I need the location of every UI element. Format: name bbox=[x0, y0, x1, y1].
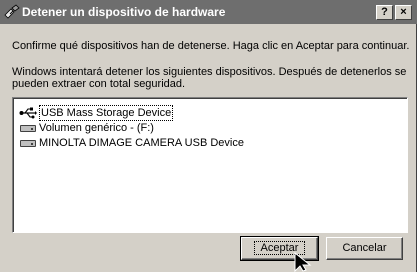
device-label: USB Mass Storage Device bbox=[39, 105, 174, 121]
device-list[interactable]: USB Mass Storage Device Volumen genérico… bbox=[12, 97, 408, 233]
mouse-pointer-icon bbox=[294, 252, 312, 272]
close-button[interactable]: × bbox=[395, 5, 412, 20]
list-item[interactable]: Volumen genérico - (F:) bbox=[19, 121, 154, 135]
help-button[interactable]: ? bbox=[376, 5, 393, 20]
list-item[interactable]: MINOLTA DIMAGE CAMERA USB Device bbox=[19, 136, 244, 150]
usb-icon bbox=[19, 107, 37, 119]
list-item[interactable]: USB Mass Storage Device bbox=[19, 105, 174, 121]
title-bar[interactable]: Detener un dispositivo de hardware ? × bbox=[0, 0, 417, 24]
hardware-eject-icon bbox=[4, 4, 20, 20]
drive-icon bbox=[19, 137, 37, 149]
window-title: Detener un dispositivo de hardware bbox=[22, 5, 226, 19]
device-label: Volumen genérico - (F:) bbox=[39, 122, 154, 134]
prompt-text: Confirme qué dispositivos han de detener… bbox=[12, 40, 410, 52]
dialog-window: Detener un dispositivo de hardware ? × C… bbox=[0, 0, 417, 272]
device-label: MINOLTA DIMAGE CAMERA USB Device bbox=[39, 137, 244, 149]
cancel-button[interactable]: Cancelar bbox=[326, 237, 403, 260]
info-text: Windows intentará detener los siguientes… bbox=[12, 66, 407, 90]
drive-icon bbox=[19, 122, 37, 134]
